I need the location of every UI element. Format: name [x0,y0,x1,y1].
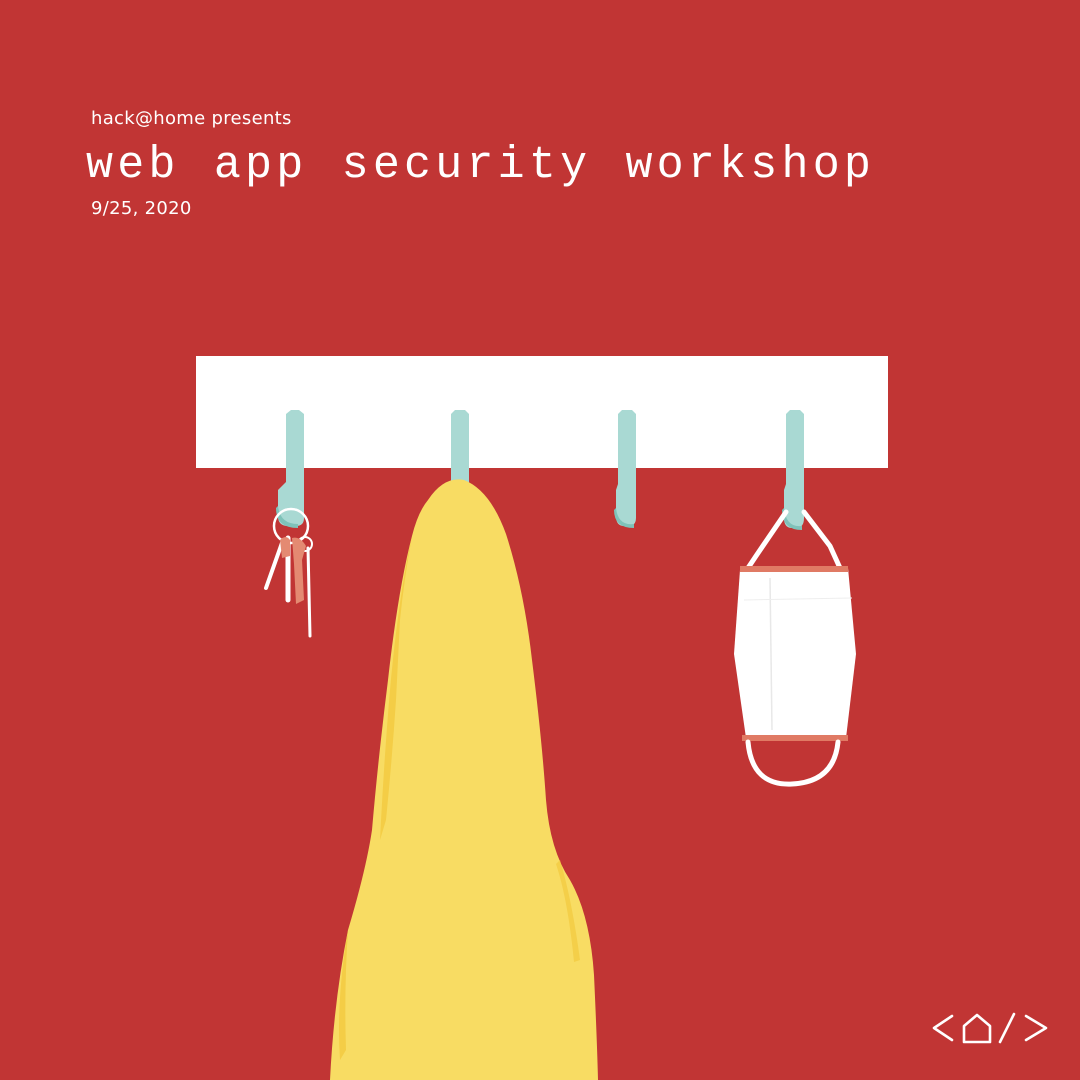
logo [930,1008,1052,1053]
face-mask [734,509,856,787]
keys [264,507,313,638]
poster: hack@home presents web app security work… [0,0,1080,1080]
hook-2 [451,410,469,484]
towel [330,479,598,1080]
house-code-icon [932,1012,1048,1044]
coat-rack-illustration [196,356,888,1080]
